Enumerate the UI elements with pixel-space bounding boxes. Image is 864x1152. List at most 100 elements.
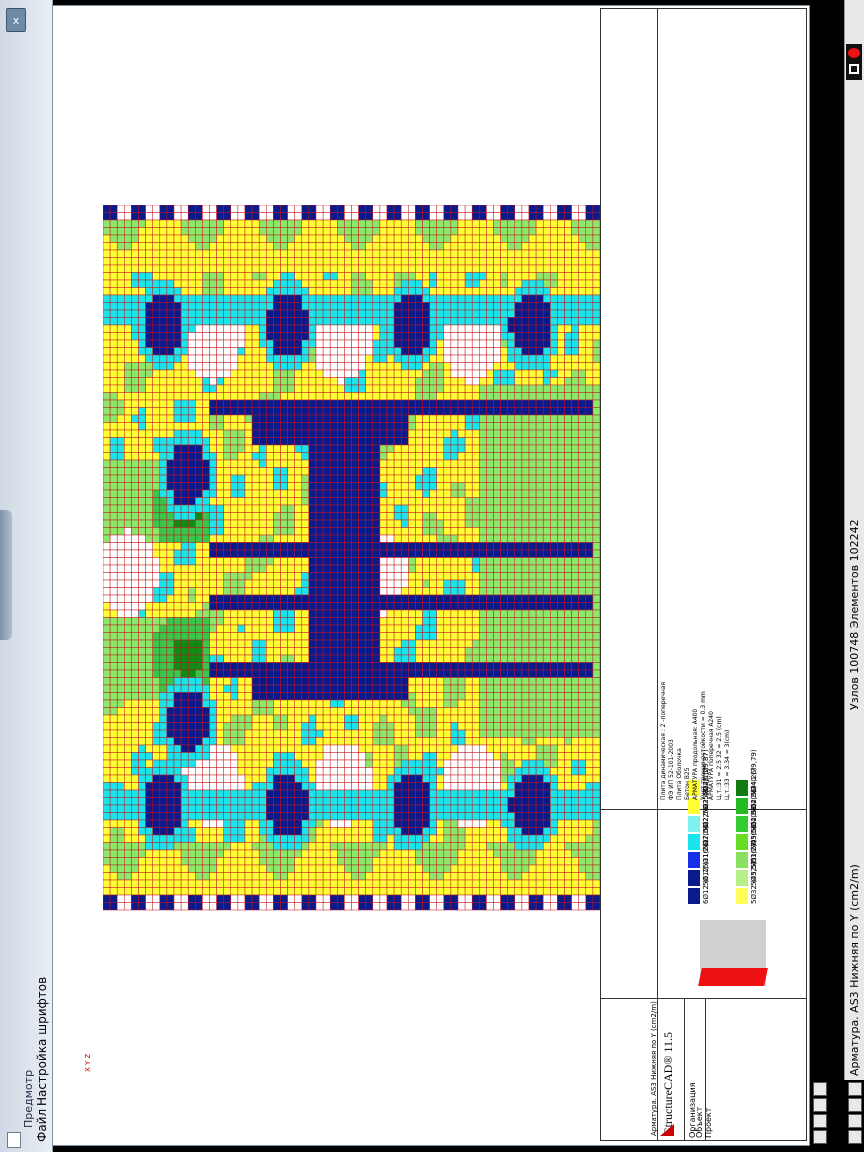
grid-cell [422, 722, 430, 731]
grid-cell [315, 422, 324, 431]
close-button[interactable]: x [6, 8, 26, 32]
grid-cell [372, 205, 381, 213]
grid-cell [542, 249, 551, 258]
grid-cell [592, 729, 601, 738]
grid-cell [564, 429, 572, 438]
grid-cell [145, 654, 153, 663]
grid-cell [408, 729, 416, 738]
grid-cell [514, 579, 523, 588]
grid-cell [124, 714, 132, 723]
grid-cell [500, 257, 508, 266]
grid-cell [429, 264, 437, 273]
grid-cell [464, 369, 473, 378]
grid-cell [379, 384, 388, 393]
grid-cell [507, 647, 516, 656]
grid-cell [131, 339, 139, 348]
grid-cell [251, 354, 260, 363]
grid-cell [109, 662, 118, 671]
grid-cell [159, 234, 168, 243]
grid-cell [535, 212, 544, 221]
grid-cell [457, 302, 466, 311]
grid-cell [400, 722, 409, 731]
grid-cell [237, 474, 246, 483]
grid-cell [138, 707, 146, 716]
grid-cell [103, 647, 111, 656]
grid-cell [131, 294, 139, 303]
grid-cell [223, 324, 232, 333]
grid-cell [557, 414, 565, 423]
grid-cell [571, 392, 579, 401]
grid-cell [500, 699, 508, 708]
grid-cell [429, 512, 437, 521]
grid-cell [471, 707, 480, 716]
grid-cell [166, 392, 175, 401]
grid-cell [351, 242, 359, 251]
grid-cell [415, 429, 423, 438]
grid-cell [166, 369, 175, 378]
grid-cell [230, 737, 239, 746]
grid-cell [180, 452, 189, 461]
grid-cell [358, 332, 366, 341]
grid-cell [528, 219, 537, 228]
grid-cell [479, 264, 487, 273]
grid-cell [266, 444, 274, 453]
grid-cell [436, 227, 445, 236]
grid-cell [500, 654, 508, 663]
grid-cell [471, 422, 480, 431]
grid-cell [578, 587, 587, 596]
grid-cell [294, 677, 303, 686]
menu-font-settings[interactable]: Настройка шрифтов [35, 977, 49, 1106]
grid-cell [109, 264, 118, 273]
grid-cell [422, 579, 430, 588]
grid-cell [408, 482, 416, 491]
grid-cell [187, 444, 196, 453]
grid-cell [493, 564, 501, 573]
grid-cell [592, 512, 601, 521]
grid-cell [550, 302, 558, 311]
grid-cell [464, 354, 473, 363]
grid-cell [266, 519, 274, 528]
grid-cell [258, 294, 267, 303]
grid-cell [429, 482, 437, 491]
grid-cell [464, 219, 473, 228]
grid-cell [443, 654, 452, 663]
grid-cell [337, 692, 345, 701]
menu-file[interactable]: Файл [35, 1109, 49, 1142]
grid-cell [450, 257, 459, 266]
grid-cell [400, 205, 409, 213]
grid-cell [187, 317, 196, 326]
grid-cell [436, 594, 445, 603]
grid-cell [521, 339, 530, 348]
grid-cell [209, 729, 217, 738]
grid-cell [329, 242, 338, 251]
grid-cell [308, 264, 317, 273]
grid-cell [436, 219, 445, 228]
grid-cell [365, 662, 374, 671]
grid-cell [386, 579, 395, 588]
grid-cell [294, 564, 303, 573]
grid-cell [116, 414, 125, 423]
grid-cell [514, 587, 523, 596]
grid-cell [166, 512, 175, 521]
grid-cell [109, 684, 118, 693]
grid-cell [429, 332, 437, 341]
grid-cell [287, 219, 295, 228]
grid-cell [550, 422, 558, 431]
grid-cell [230, 272, 239, 281]
grid-cell [251, 452, 260, 461]
grid-cell [124, 452, 132, 461]
grid-cell [393, 459, 402, 468]
grid-cell [244, 227, 253, 236]
grid-cell [258, 714, 267, 723]
grid-cell [557, 437, 565, 446]
grid-cell [322, 234, 331, 243]
grid-cell [365, 639, 374, 648]
grid-cell [379, 339, 388, 348]
panel-toggle-handle[interactable] [0, 510, 12, 640]
grid-cell [464, 549, 473, 558]
grid-cell [443, 205, 452, 213]
grid-cell [408, 557, 416, 566]
grid-cell [471, 504, 480, 513]
grid-cell [415, 444, 423, 453]
grid-cell [280, 324, 288, 333]
